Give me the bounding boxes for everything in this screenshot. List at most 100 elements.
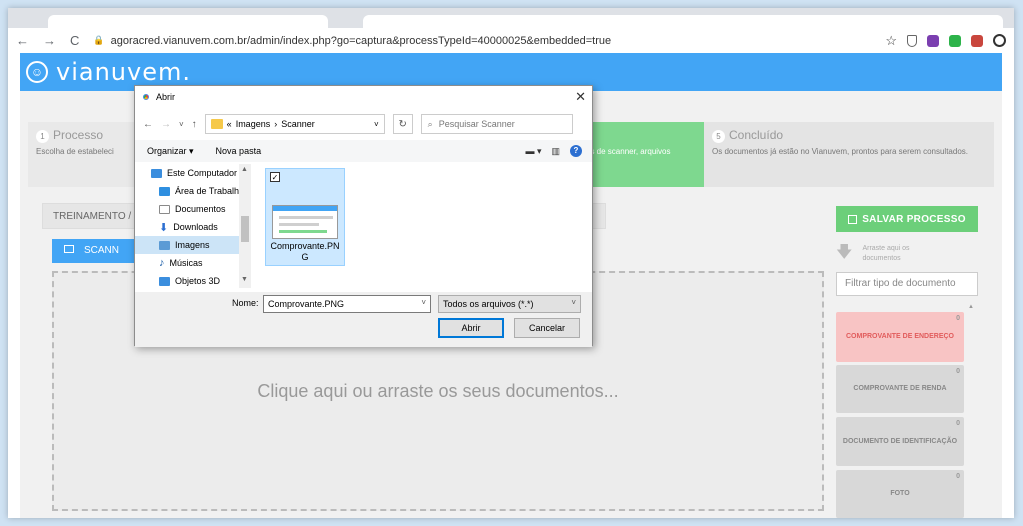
dialog-titlebar: Abrir ✕: [135, 86, 592, 108]
file-list: ✓ Comprovante.PNG: [255, 164, 591, 288]
tree-item-area-de-trabalho[interactable]: Área de Trabalho: [135, 182, 250, 200]
pdf-extension-icon[interactable]: [971, 34, 983, 47]
chevron-down-icon[interactable]: ˅: [421, 298, 426, 307]
address-bar[interactable]: 🔒 agoracred.vianuvem.com.br/admin/index.…: [93, 35, 611, 47]
tree-item-objetos-3d[interactable]: Objetos 3D: [135, 272, 250, 288]
tree-item-label: Imagens: [175, 240, 210, 250]
cube-icon: [159, 276, 170, 286]
document-type-label: COMPROVANTE DE RENDA: [853, 385, 947, 392]
dialog-command-bar: Organizar ▾ Nova pasta ▬ ▾ ▥ ?: [135, 140, 592, 162]
open-button[interactable]: Abrir: [438, 318, 504, 338]
tree-item-downloads[interactable]: ⬇ Downloads: [135, 218, 250, 236]
search-scanner-input[interactable]: ⌕ Pesquisar Scanner: [420, 114, 573, 134]
up-arrow-icon[interactable]: ↑: [192, 119, 197, 130]
document-type-list: ▲ 0 COMPROVANTE DE ENDEREÇO 0 COMPROVANT…: [836, 304, 978, 518]
document-type-item[interactable]: 0 COMPROVANTE DE RENDA: [836, 365, 964, 413]
forward-icon[interactable]: →: [43, 33, 56, 48]
scrollbar-thumb[interactable]: [241, 216, 249, 242]
file-checkbox[interactable]: ✓: [270, 172, 280, 182]
desktop-icon: [159, 186, 170, 196]
document-count: 0: [956, 315, 960, 322]
step-title: Processo: [53, 128, 104, 142]
back-icon[interactable]: ←: [16, 33, 29, 48]
chevron-down-icon[interactable]: ˅: [179, 120, 184, 129]
dialog-title: Abrir: [156, 92, 176, 102]
tree-item-este-computador[interactable]: Este Computador: [135, 164, 250, 182]
path-segment-scanner[interactable]: Scanner: [281, 119, 315, 129]
back-icon[interactable]: ←: [143, 119, 153, 130]
profile-avatar-icon[interactable]: [993, 34, 1006, 47]
step-number: 1: [36, 130, 49, 143]
step-description: Escolha de estabelecim... processo.: [36, 147, 114, 156]
scanner-tab-label: SCANN: [84, 245, 120, 256]
save-process-button[interactable]: SALVAR PROCESSO: [836, 206, 978, 232]
path-separator: ›: [274, 119, 278, 129]
document-type-label: COMPROVANTE DE ENDEREÇO: [846, 333, 954, 340]
file-item-comprovante[interactable]: ✓ Comprovante.PNG: [265, 168, 345, 266]
document-type-filter-input[interactable]: Filtrar tipo de documento: [836, 272, 978, 296]
organize-menu[interactable]: Organizar ▾: [147, 146, 194, 157]
chevron-down-icon[interactable]: ˅: [374, 120, 379, 129]
document-count: 0: [956, 420, 960, 427]
file-thumbnail: [272, 205, 338, 239]
path-bar[interactable]: « Imagens › Scanner ˅: [204, 114, 385, 134]
pictures-icon: [159, 240, 170, 250]
file-name-input[interactable]: Comprovante.PNG ˅: [263, 295, 431, 313]
document-type-label: FOTO: [890, 490, 910, 497]
chrome-icon: [141, 92, 151, 102]
tree-item-label: Downloads: [173, 222, 218, 232]
tree-item-documentos[interactable]: Documentos: [135, 200, 250, 218]
reload-icon[interactable]: C: [70, 33, 79, 48]
dialog-navigation: ← → ˅ ↑ « Imagens › Scanner ˅ ↻ ⌕ Pesqui…: [135, 112, 592, 136]
tree-item-musicas[interactable]: ♪ Músicas: [135, 254, 250, 272]
refresh-icon[interactable]: ↻: [392, 114, 413, 134]
file-name: Comprovante.PNG: [270, 241, 340, 262]
tree-item-imagens[interactable]: Imagens: [135, 236, 250, 254]
document-count: 0: [956, 473, 960, 480]
document-type-item[interactable]: 0 DOCUMENTO DE IDENTIFICAÇÃO: [836, 417, 964, 466]
purple-extension-icon[interactable]: [927, 34, 939, 47]
address-text[interactable]: agoracred.vianuvem.com.br/admin/index.ph…: [111, 35, 612, 47]
step-description: Os documentos já estão no Vianuvem, pron…: [712, 147, 968, 156]
step-concluido: 5 Concluído Os documentos já estão no Via…: [704, 122, 994, 187]
scroll-down-icon[interactable]: ▼: [241, 276, 248, 283]
scroll-up-icon[interactable]: ▲: [968, 304, 974, 310]
chevron-down-icon: ˅: [571, 298, 576, 307]
folder-icon: [210, 119, 223, 129]
file-type-value: Todos os arquivos (*.*): [443, 299, 534, 309]
close-icon[interactable]: ✕: [575, 89, 586, 105]
navigation-tree: Este Computador Área de Trabalho Documen…: [135, 164, 251, 288]
document-type-item[interactable]: 0 COMPROVANTE DE ENDEREÇO: [836, 312, 964, 362]
preview-pane-icon[interactable]: ▥: [551, 146, 560, 157]
cancel-button[interactable]: Cancelar: [514, 318, 580, 338]
save-process-label: SALVAR PROCESSO: [862, 213, 966, 225]
new-folder-button[interactable]: Nova pasta: [216, 146, 262, 156]
tree-item-label: Área de Trabalho: [175, 186, 245, 196]
document-count: 0: [956, 368, 960, 375]
arrow-down-icon: 🡇: [836, 243, 853, 261]
view-options-icon[interactable]: ▬ ▾: [525, 146, 541, 157]
file-type-select[interactable]: Todos os arquivos (*.*) ˅: [438, 295, 581, 313]
file-name-value: Comprovante.PNG: [268, 299, 345, 309]
document-type-label: DOCUMENTO DE IDENTIFICAÇÃO: [842, 437, 958, 445]
help-icon[interactable]: ?: [570, 145, 582, 157]
scroll-up-icon[interactable]: ▲: [241, 166, 248, 173]
document-type-item[interactable]: 0 FOTO: [836, 470, 964, 518]
file-open-dialog: Abrir ✕ ← → ˅ ↑ « Imagens › Scanner ˅ ↻ …: [134, 85, 593, 347]
download-icon: ⬇: [159, 221, 169, 234]
forward-icon[interactable]: →: [161, 119, 171, 130]
search-icon: ⌕: [427, 118, 433, 129]
path-segment-imagens[interactable]: Imagens: [236, 119, 271, 129]
browser-tab-bar-fill: [363, 15, 1003, 28]
step-description: ves de scanner, arquivos: [582, 147, 671, 156]
bookmark-star-icon[interactable]: ☆: [885, 33, 897, 49]
browser-tab[interactable]: [48, 15, 328, 28]
green-extension-icon[interactable]: [949, 34, 961, 47]
dialog-footer: Nome: Comprovante.PNG ˅ Todos os arquivo…: [135, 292, 592, 347]
lock-icon: 🔒: [93, 35, 105, 45]
drag-hint-text: Arraste aqui os documentos: [862, 245, 910, 262]
shield-extension-icon[interactable]: [907, 34, 917, 47]
tree-scrollbar[interactable]: ▲ ▼: [239, 164, 251, 288]
step-scanner-active: ves de scanner, arquivos: [574, 122, 704, 187]
step-title: Concluído: [729, 128, 784, 142]
